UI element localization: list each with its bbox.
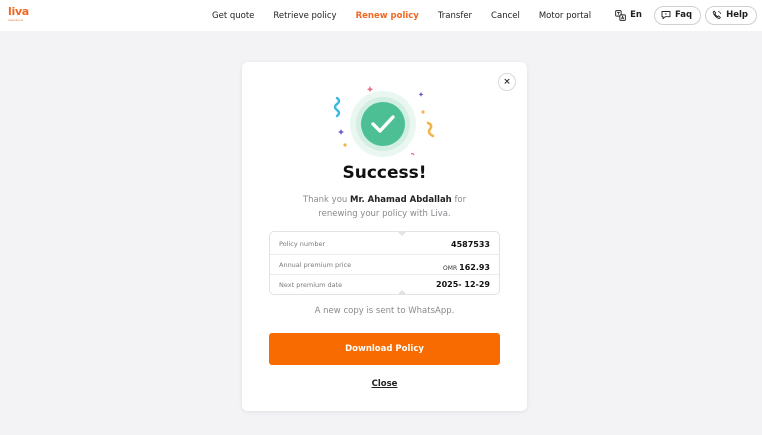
ticket-notch-bottom bbox=[397, 289, 407, 295]
translate-icon bbox=[615, 9, 626, 21]
main-nav: Get quote Retrieve policy Renew policy T… bbox=[212, 0, 610, 31]
close-link[interactable]: Close bbox=[242, 379, 527, 389]
annual-premium-amount: OMR 162.93 bbox=[443, 255, 490, 274]
faq-label: Faq bbox=[674, 10, 693, 20]
close-icon[interactable]: × bbox=[498, 73, 516, 91]
liva-logo[interactable]: liva insurance bbox=[8, 6, 32, 24]
thank-you-message: Thank you Mr. Ahamad Abdallah for renewi… bbox=[292, 193, 477, 221]
download-policy-button[interactable]: Download Policy bbox=[269, 333, 500, 365]
annual-premium-value: 162.93 bbox=[459, 263, 490, 272]
nav-get-quote[interactable]: Get quote bbox=[212, 11, 254, 21]
phone-icon bbox=[712, 10, 722, 19]
policy-details-box: Policy number 4587533 Annual premium pri… bbox=[269, 231, 500, 295]
whatsapp-sent-note: A new copy is sent to WhatsApp. bbox=[314, 306, 455, 316]
faq-button[interactable]: Faq bbox=[653, 5, 702, 25]
customer-name: Mr. Ahamad Abdallah bbox=[350, 195, 452, 205]
nav-transfer[interactable]: Transfer bbox=[438, 11, 472, 21]
next-premium-row: Next premium date 2025- 12-29 bbox=[270, 274, 499, 294]
language-label: En bbox=[630, 10, 642, 20]
next-premium-label: Next premium date bbox=[279, 280, 343, 289]
top-navigation-bar: liva insurance Get quote Retrieve policy… bbox=[0, 0, 762, 31]
next-premium-value: 2025- 12-29 bbox=[436, 280, 490, 289]
annual-premium-label: Annual premium price bbox=[279, 260, 352, 269]
nav-retrieve-policy[interactable]: Retrieve policy bbox=[273, 11, 336, 21]
header-tools: En Faq Help bbox=[615, 5, 757, 25]
success-modal: × Success! Thank you Mr. Ahamad Abdallah… bbox=[242, 62, 527, 411]
policy-number-label: Policy number bbox=[279, 240, 326, 248]
logo-subtitle: insurance bbox=[8, 18, 23, 22]
logo-wordmark: liva bbox=[8, 5, 29, 18]
help-button[interactable]: Help bbox=[705, 5, 757, 25]
faq-chat-icon bbox=[661, 11, 671, 20]
currency-code: OMR bbox=[443, 265, 458, 272]
thank-you-prefix: Thank you bbox=[302, 195, 348, 205]
policy-number-row: Policy number 4587533 bbox=[270, 234, 499, 254]
nav-renew-policy[interactable]: Renew policy bbox=[356, 11, 419, 21]
nav-motor-portal[interactable]: Motor portal bbox=[539, 11, 591, 21]
annual-premium-row: Annual premium price OMR 162.93 bbox=[270, 254, 499, 274]
help-label: Help bbox=[726, 10, 748, 20]
language-switcher[interactable]: En bbox=[615, 9, 642, 21]
policy-number-value: 4587533 bbox=[451, 239, 490, 249]
success-title: Success! bbox=[342, 163, 427, 183]
nav-cancel[interactable]: Cancel bbox=[491, 11, 520, 21]
